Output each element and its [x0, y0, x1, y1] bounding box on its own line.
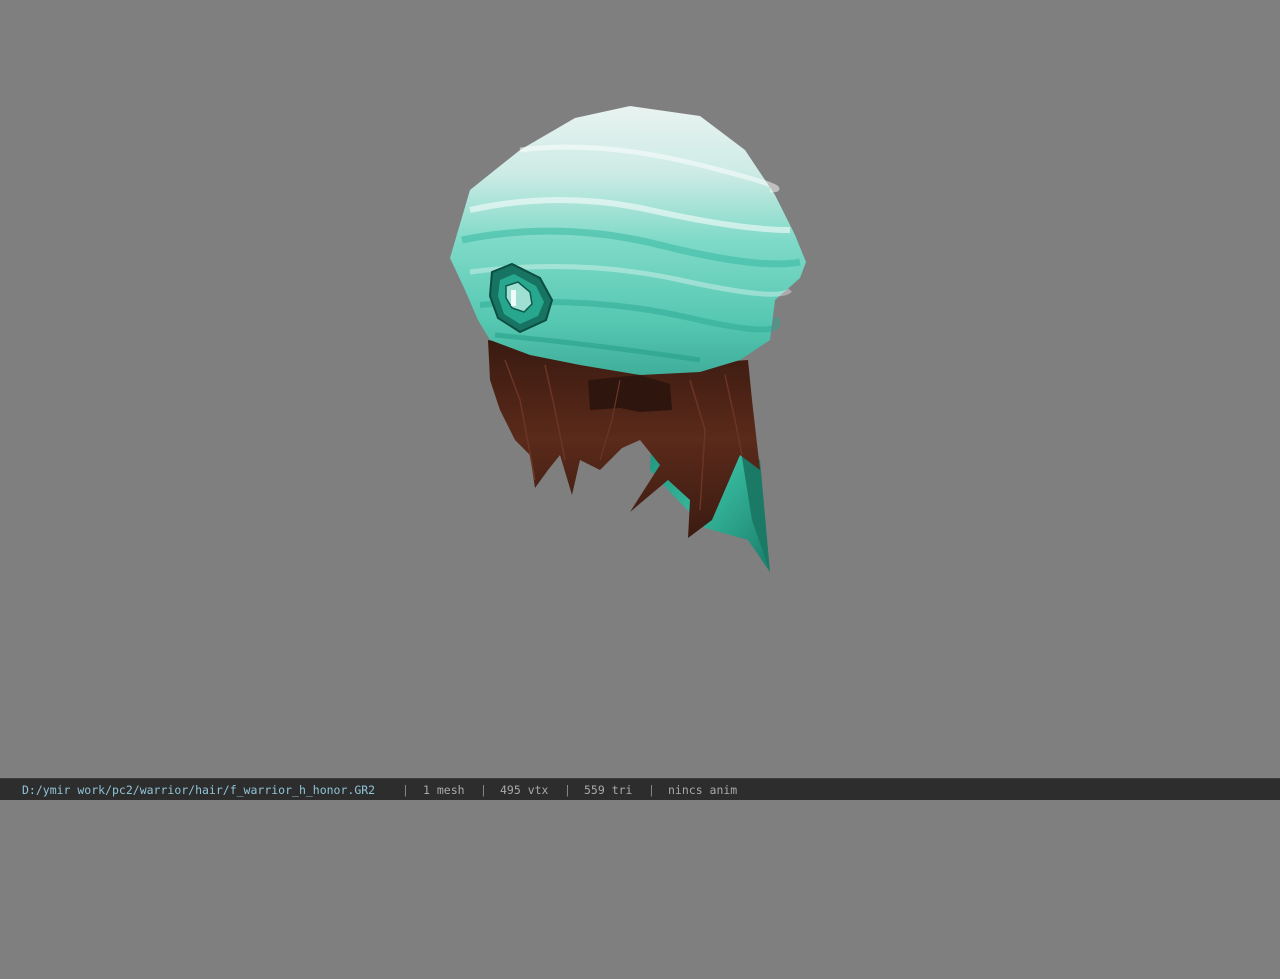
separator: |: [402, 783, 409, 797]
animation-status: nincs anim: [668, 783, 738, 797]
mesh-count: 1 mesh: [423, 783, 465, 797]
turban-cap: [450, 106, 806, 375]
vertex-count: 495 vtx: [500, 783, 549, 797]
hair-model-render: [450, 106, 806, 572]
file-path-label: D:/ymir work/pc2/warrior/hair/f_warrior_…: [22, 783, 376, 797]
triangle-count: 559 tri: [584, 783, 633, 797]
3d-viewport[interactable]: [0, 0, 1280, 778]
separator: |: [648, 783, 655, 797]
separator: |: [480, 783, 487, 797]
separator: |: [564, 783, 571, 797]
status-bar: D:/ymir work/pc2/warrior/hair/f_warrior_…: [0, 778, 1280, 800]
